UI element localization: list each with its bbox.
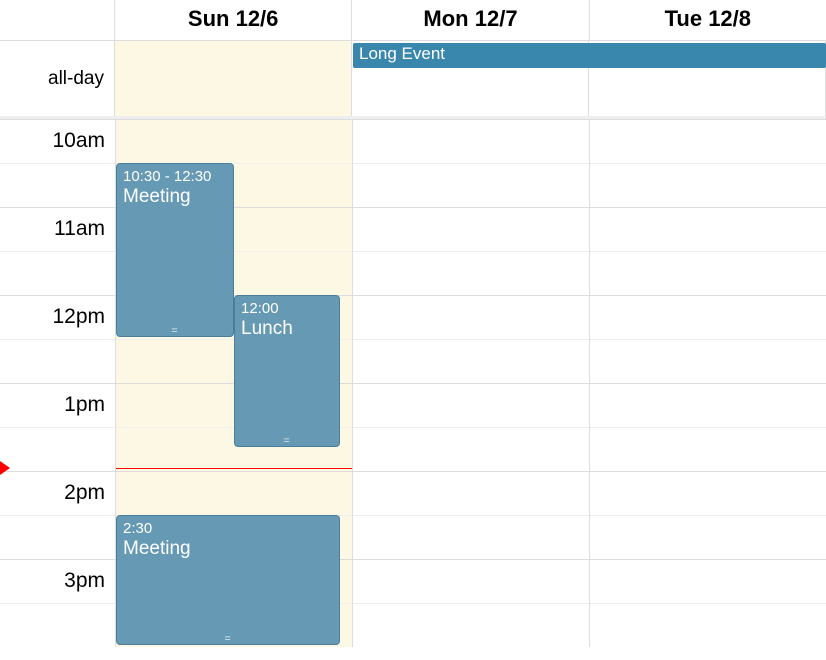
time-slot[interactable] [353,515,589,559]
time-axis: 10am 11am 12pm 1pm 2pm 3pm [0,119,115,647]
time-slot[interactable] [590,163,826,207]
event-time: 10:30 - 12:30 [123,168,227,186]
time-slot[interactable] [353,251,589,295]
now-indicator-line [116,468,352,469]
event-title: Meeting [123,538,333,561]
day-header[interactable]: Sun 12/6 [115,0,352,40]
time-slot[interactable] [353,119,589,163]
event-title: Lunch [241,318,333,341]
all-day-days: Long Event [115,41,826,116]
hour-label: 12pm [52,305,105,329]
all-day-label: all-day [0,41,115,116]
event-resize-handle[interactable]: = [235,437,339,445]
day-column[interactable]: 10:30 - 12:30Meeting=12:00Lunch=2:30Meet… [115,119,352,647]
day-column[interactable] [352,119,589,647]
time-slot[interactable] [353,559,589,603]
time-slot[interactable] [590,251,826,295]
event-time: 12:00 [241,300,333,318]
time-slot[interactable] [590,207,826,251]
event-time: 2:30 [123,520,333,538]
all-day-cell[interactable] [115,41,352,116]
time-slot[interactable] [353,603,589,647]
time-slot[interactable] [353,163,589,207]
time-slot[interactable] [353,207,589,251]
time-slot[interactable] [353,383,589,427]
calendar-event[interactable]: 10:30 - 12:30Meeting = [116,163,234,337]
time-slot[interactable] [590,603,826,647]
hour-label: 3pm [64,569,105,593]
header-axis-spacer [0,0,115,40]
time-slot[interactable] [353,295,589,339]
calendar-event[interactable]: 12:00Lunch = [234,295,340,447]
day-header[interactable]: Tue 12/8 [590,0,826,40]
event-resize-handle[interactable]: = [117,635,339,643]
time-slot[interactable] [116,119,352,163]
hour-label: 10am [52,129,105,153]
hour-label: 2pm [64,481,105,505]
time-slot[interactable] [590,427,826,471]
calendar-event[interactable]: 2:30Meeting = [116,515,340,645]
time-slot[interactable] [590,339,826,383]
all-day-event[interactable]: Long Event [353,43,826,68]
time-slot[interactable] [590,515,826,559]
all-day-row: all-day Long Event [0,41,826,119]
timed-grid: 10am11am12pm1pm2pm3pm 10:30 - 12:30Meeti… [0,119,826,647]
time-slot[interactable] [590,295,826,339]
time-slot[interactable] [116,471,352,515]
event-title: Meeting [123,186,227,209]
time-slot[interactable] [590,471,826,515]
calendar: Sun 12/6 Mon 12/7 Tue 12/8 all-day Long … [0,0,826,647]
now-indicator-arrow [0,461,10,475]
time-slot[interactable] [353,427,589,471]
time-slot[interactable] [353,339,589,383]
timed-days: 10:30 - 12:30Meeting=12:00Lunch=2:30Meet… [115,119,826,647]
event-resize-handle[interactable]: = [117,327,233,335]
hour-label: 11am [54,217,105,241]
day-header[interactable]: Mon 12/7 [352,0,589,40]
time-slot[interactable] [590,383,826,427]
day-header-row: Sun 12/6 Mon 12/7 Tue 12/8 [0,0,826,41]
day-column[interactable] [589,119,826,647]
hour-label: 1pm [64,393,105,417]
time-slot[interactable] [590,559,826,603]
time-slot[interactable] [590,119,826,163]
time-slot[interactable] [353,471,589,515]
